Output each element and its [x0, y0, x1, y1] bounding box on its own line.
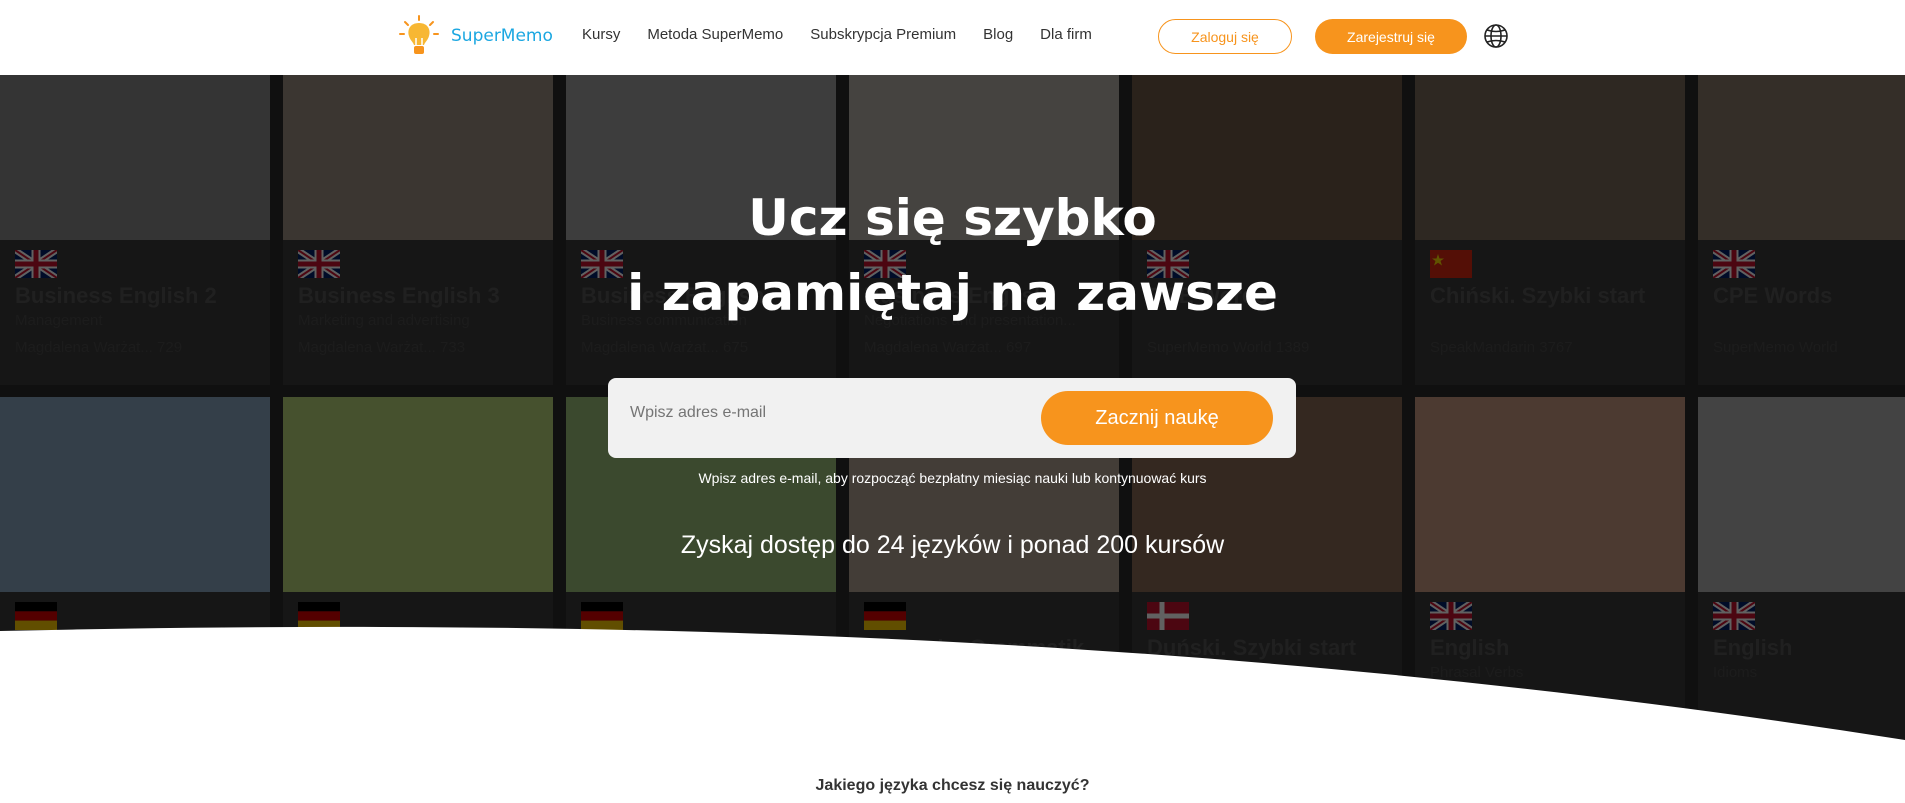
lightbulb-icon — [399, 15, 439, 54]
menu-item-metoda[interactable]: Metoda SuperMemo — [647, 26, 783, 43]
menu-item-blog[interactable]: Blog — [983, 26, 1013, 43]
language-question: Jakiego języka chcesz się nauczyć? — [815, 777, 1090, 794]
globe-icon[interactable] — [1483, 23, 1509, 49]
brand-name: SuperMemo — [451, 26, 553, 46]
hero-bottom-curve — [0, 626, 1905, 740]
login-button[interactable]: Zaloguj się — [1158, 19, 1292, 54]
register-button[interactable]: Zarejestruj się — [1315, 19, 1467, 54]
top-navbar: SuperMemo Kursy Metoda SuperMemo Subskry… — [0, 0, 1905, 75]
hero-section: Business English 2ManagementMagdalena Wa… — [0, 75, 1905, 740]
menu-item-dla-firm[interactable]: Dla firm — [1040, 26, 1092, 43]
main-menu: Kursy Metoda SuperMemo Subskrypcja Premi… — [582, 26, 1092, 43]
menu-item-premium[interactable]: Subskrypcja Premium — [810, 26, 956, 43]
logo[interactable]: SuperMemo — [397, 14, 553, 58]
menu-item-kursy[interactable]: Kursy — [582, 26, 620, 43]
